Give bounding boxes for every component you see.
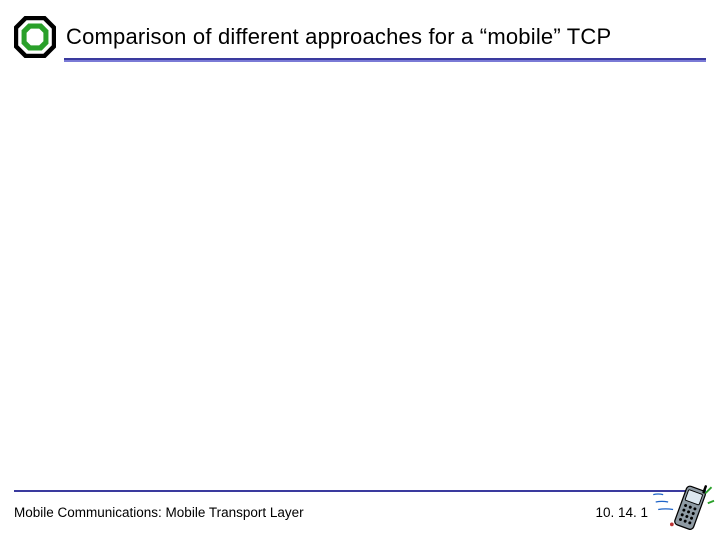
footer-page-number: 10. 14. 1	[595, 505, 648, 520]
footer-divider	[14, 490, 706, 492]
slide-title: Comparison of different approaches for a…	[66, 24, 700, 50]
phone-icon	[650, 476, 716, 538]
slide: Comparison of different approaches for a…	[0, 0, 720, 540]
logo-icon	[14, 16, 56, 58]
footer-source: Mobile Communications: Mobile Transport …	[14, 505, 304, 520]
header-divider	[64, 58, 706, 62]
